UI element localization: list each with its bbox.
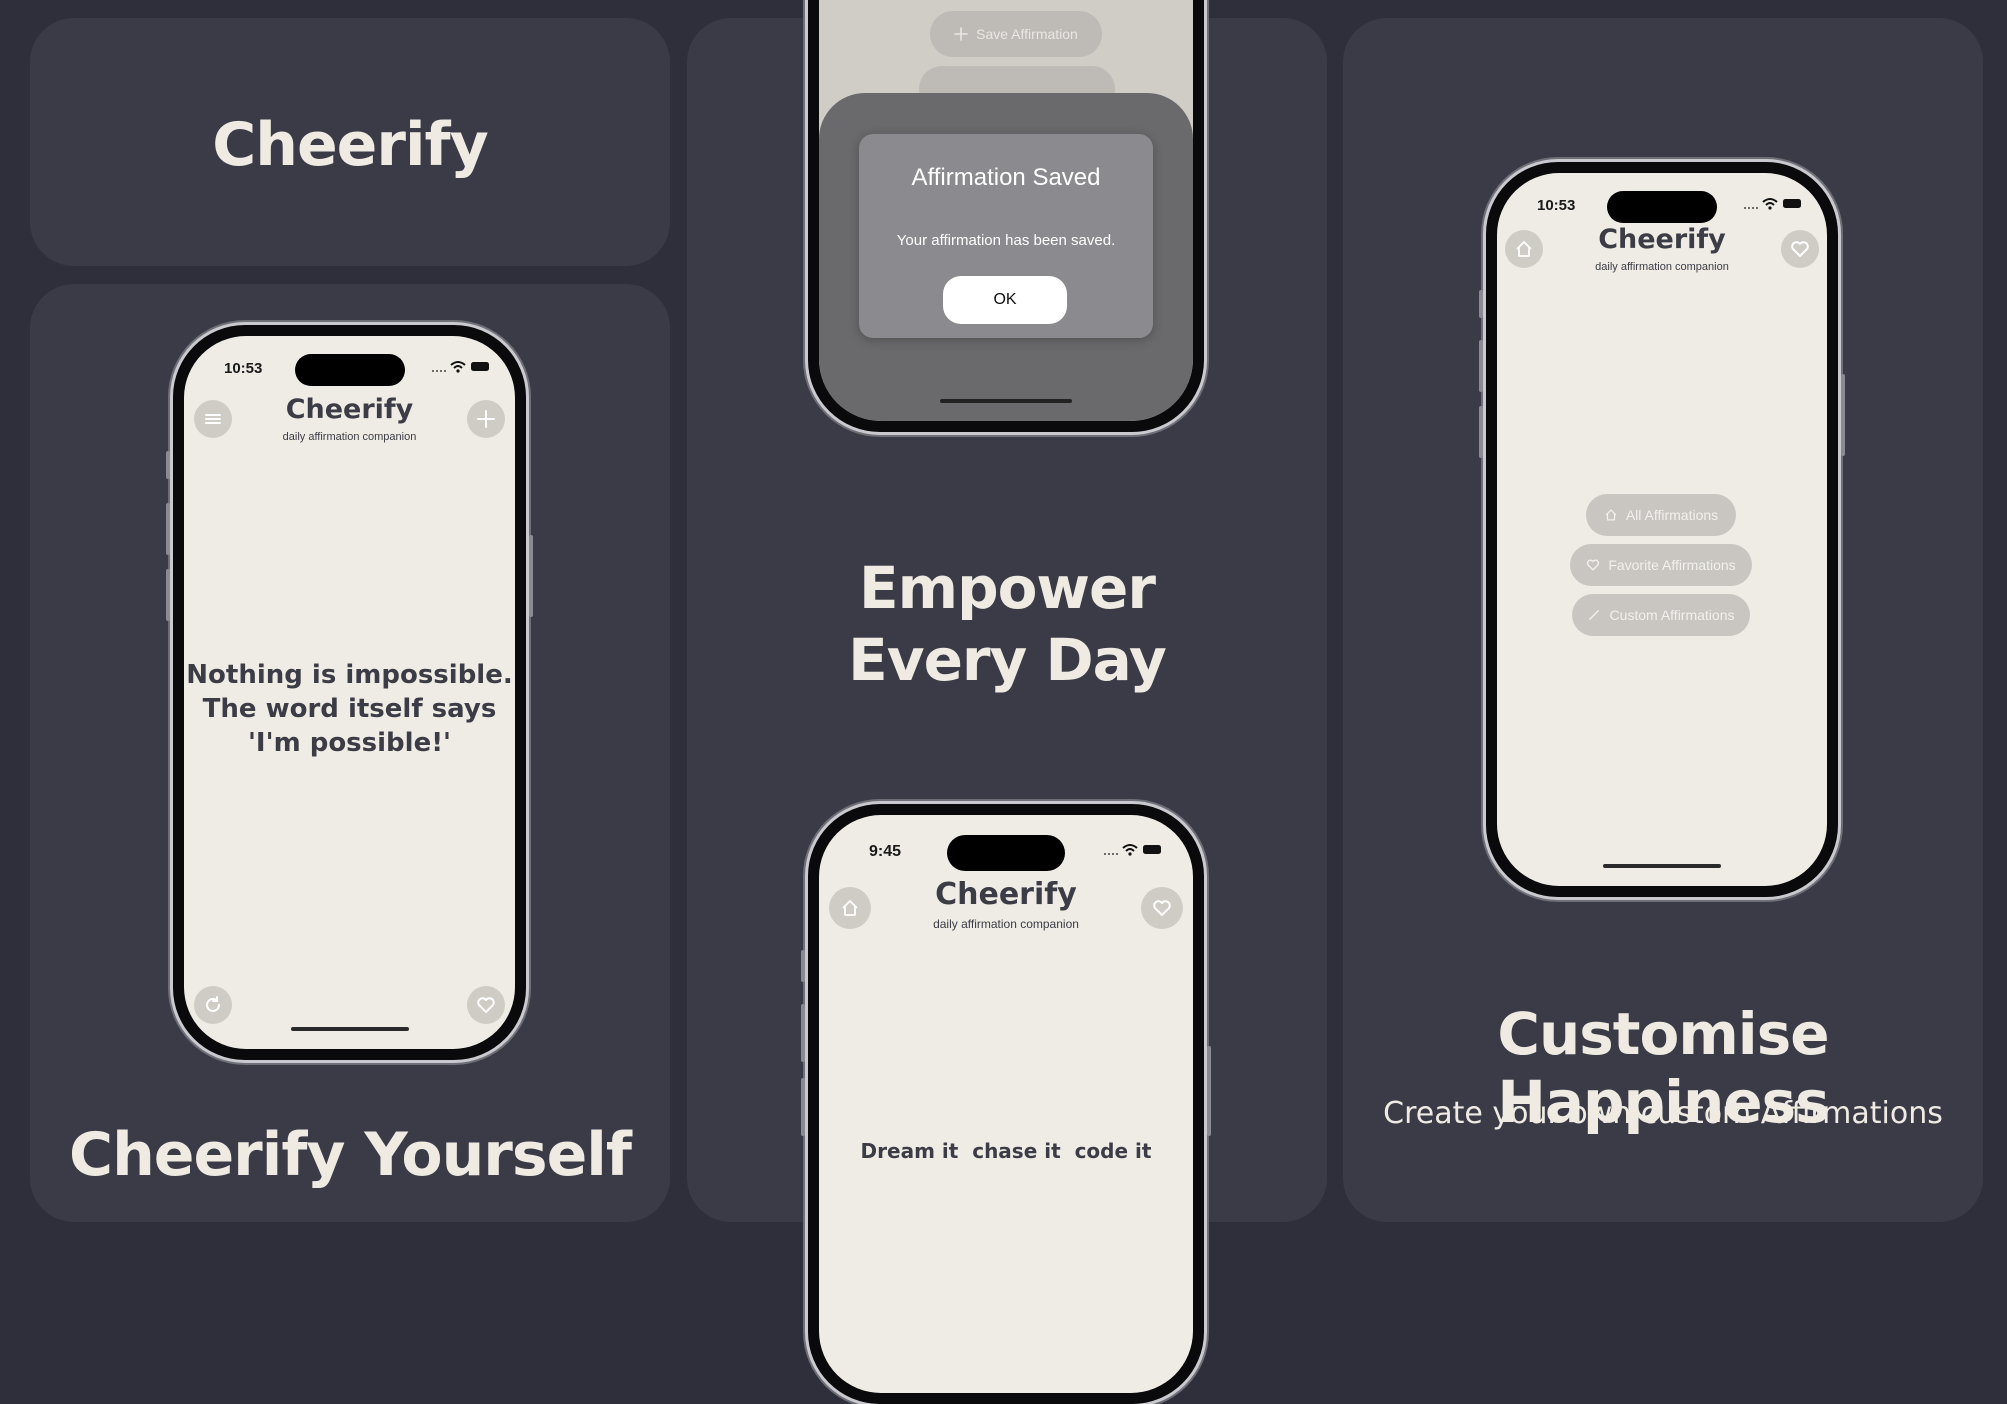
app-subtitle: daily affirmation companion [1595, 261, 1729, 273]
phone-mid-bottom: 9:45 Cheerify daily affirmation companio… [801, 804, 1211, 1404]
side-button [801, 1004, 805, 1062]
phone-screen: 10:53 Cheerify daily affirmation compani… [184, 336, 515, 1049]
side-button [1479, 406, 1483, 458]
status-icons [432, 361, 489, 373]
home-icon [1605, 509, 1617, 521]
phone-mid-top: Save Affirmation Affirmation Saved Your … [808, 0, 1204, 432]
affirmation-quote: Nothing is impossible. The word itself s… [184, 658, 515, 760]
save-affirmation-button[interactable]: Save Affirmation [930, 11, 1102, 57]
left-headline: Cheerify Yourself [69, 1120, 632, 1190]
app-subtitle: daily affirmation companion [933, 917, 1079, 931]
side-button [1479, 290, 1483, 318]
app-title: Cheerify [1598, 224, 1726, 255]
side-button [801, 950, 805, 982]
save-affirmation-label: Save Affirmation [976, 26, 1078, 42]
app-title: Cheerify [935, 877, 1077, 912]
side-button [166, 569, 170, 621]
status-time: 10:53 [1537, 197, 1576, 214]
refresh-button[interactable] [194, 986, 232, 1024]
side-button [1841, 374, 1845, 456]
headline-line: Empower [859, 554, 1156, 622]
phone-screen: 9:45 Cheerify daily affirmation companio… [819, 815, 1193, 1393]
heart-icon [477, 997, 495, 1013]
side-button [801, 1078, 805, 1136]
dynamic-island [1607, 191, 1717, 223]
phone-screen: Save Affirmation Affirmation Saved Your … [819, 0, 1193, 421]
affirmation-quote: Dream it chase it code it [860, 1139, 1152, 1163]
brand-title: Cheerify [212, 110, 489, 180]
quote-line: Nothing is impossible. [186, 660, 513, 690]
side-button [166, 451, 170, 479]
home-indicator[interactable] [290, 1027, 409, 1031]
pencil-icon [1589, 610, 1600, 620]
alert-title: Affirmation Saved [911, 164, 1101, 191]
alert-dialog: Affirmation Saved Your affirmation has b… [859, 134, 1153, 338]
side-button [529, 535, 533, 617]
app-subtitle: daily affirmation companion [282, 431, 417, 443]
plus-icon [954, 27, 968, 41]
title-card: Cheerify [30, 18, 670, 266]
status-time: 10:53 [224, 360, 263, 377]
dynamic-island [947, 835, 1065, 871]
middle-headline: Empower Every Day [687, 552, 1327, 696]
dynamic-island [294, 354, 405, 386]
menu-item-label: All Affirmations [1625, 507, 1719, 523]
phone-screen: 10:53 Cheerify daily affirmation compani… [1497, 173, 1827, 886]
home-indicator[interactable] [940, 399, 1072, 403]
quote-line: The word itself says [202, 694, 497, 724]
side-button [1479, 340, 1483, 392]
menu-custom-affirmations[interactable]: Custom Affirmations [1572, 594, 1750, 636]
status-icons [1104, 844, 1161, 856]
menu-item-label: Custom Affirmations [1609, 607, 1735, 623]
home-indicator[interactable] [1603, 864, 1721, 868]
right-subheadline: Create your own custom Affirmations [1383, 1096, 1943, 1131]
favorite-button[interactable] [467, 986, 505, 1024]
menu-favorite-affirmations[interactable]: Favorite Affirmations [1570, 544, 1752, 586]
menu-item-label: Favorite Affirmations [1608, 557, 1736, 573]
headline-line: Every Day [848, 626, 1167, 694]
refresh-icon [206, 996, 220, 1012]
side-button [166, 503, 170, 555]
status-icons [1744, 198, 1801, 210]
phone-right: 10:53 Cheerify daily affirmation compani… [1479, 162, 1845, 897]
alert-message: Your affirmation has been saved. [896, 232, 1116, 249]
heart-icon [1587, 559, 1600, 571]
menu-all-affirmations[interactable]: All Affirmations [1586, 494, 1736, 536]
phone-left: 10:53 Cheerify daily affirmation compani… [166, 325, 533, 1060]
app-title: Cheerify [285, 394, 414, 425]
side-button [1207, 1046, 1211, 1136]
status-time: 9:45 [869, 843, 902, 860]
alert-ok-button[interactable]: OK [943, 276, 1067, 324]
quote-line: 'I'm possible!' [247, 728, 452, 758]
